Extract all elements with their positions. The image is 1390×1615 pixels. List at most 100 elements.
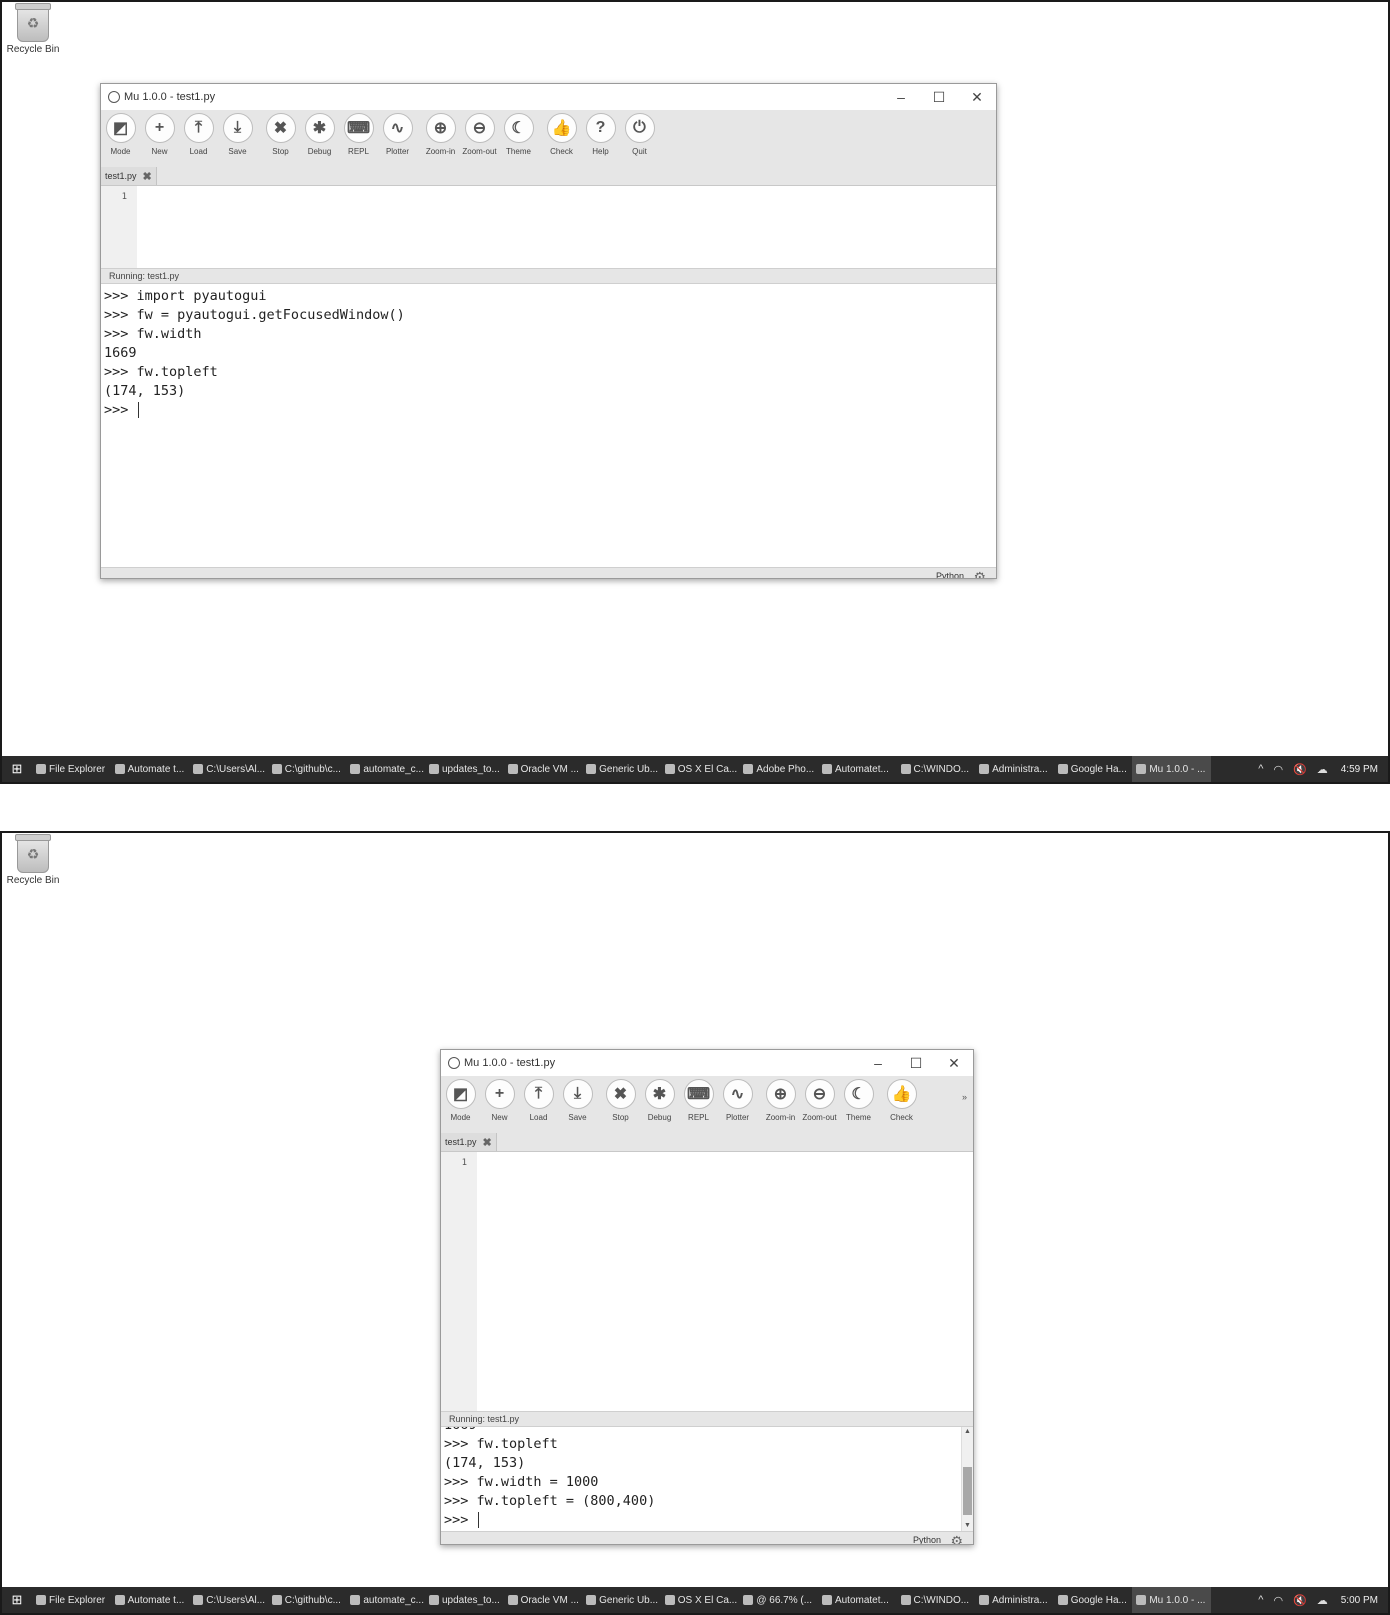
- taskbar-item[interactable]: C:\Users\Al...: [189, 756, 268, 782]
- taskbar-item[interactable]: Google Ha...: [1054, 1587, 1133, 1613]
- taskbar-item[interactable]: automate_c...: [346, 756, 425, 782]
- taskbar-item[interactable]: updates_to...: [425, 1587, 504, 1613]
- toolbar-theme-button[interactable]: ☾ Theme: [839, 1079, 878, 1122]
- taskbar-item[interactable]: File Explorer: [32, 756, 111, 782]
- wifi-icon[interactable]: ◠: [1273, 763, 1283, 776]
- taskbar-item[interactable]: Generic Ub...: [582, 1587, 661, 1613]
- taskbar-item-label: @ 66.7% (...: [756, 1594, 813, 1606]
- taskbar-item[interactable]: Automatet...: [818, 756, 897, 782]
- taskbar-item[interactable]: Automate t...: [111, 756, 190, 782]
- toolbar-zoom-out-button[interactable]: ⊖ Zoom-out: [800, 1079, 839, 1122]
- toolbar-debug-button[interactable]: ✱ Debug: [640, 1079, 679, 1122]
- taskbar-item[interactable]: C:\Users\Al...: [189, 1587, 268, 1613]
- toolbar-repl-button[interactable]: ⌨ REPL: [339, 113, 378, 156]
- taskbar-item[interactable]: Oracle VM ...: [504, 1587, 583, 1613]
- close-window-button[interactable]: ✕: [935, 1050, 973, 1076]
- maximize-button[interactable]: ☐: [897, 1050, 935, 1076]
- toolbar-plotter-button[interactable]: ∿ Plotter: [718, 1079, 757, 1122]
- toolbar-quit-button[interactable]: ⏻ Quit: [620, 113, 659, 156]
- toolbar-overflow-icon[interactable]: »: [962, 1092, 967, 1102]
- toolbar-load-button[interactable]: ⤒ Load: [179, 113, 218, 156]
- toolbar-debug-button[interactable]: ✱ Debug: [300, 113, 339, 156]
- taskbar-clock[interactable]: 4:59 PM: [1341, 764, 1378, 775]
- toolbar-stop-button[interactable]: ✖ Stop: [601, 1079, 640, 1122]
- taskbar-item[interactable]: Mu 1.0.0 - ...: [1132, 1587, 1211, 1613]
- toolbar-new-button[interactable]: + New: [480, 1079, 519, 1122]
- speaker-muted-icon[interactable]: 🔇: [1293, 763, 1307, 776]
- close-tab-icon[interactable]: ✖: [483, 1136, 492, 1149]
- taskbar-item[interactable]: updates_to...: [425, 756, 504, 782]
- speaker-muted-icon[interactable]: 🔇: [1293, 1594, 1307, 1607]
- taskbar-item[interactable]: Oracle VM ...: [504, 756, 583, 782]
- toolbar-save-button[interactable]: ⤓ Save: [218, 113, 257, 156]
- taskbar-item[interactable]: Google Ha...: [1054, 756, 1133, 782]
- code-editor[interactable]: 1: [441, 1152, 973, 1411]
- repl-pane[interactable]: >>> import pyautogui >>> fw = pyautogui.g…: [101, 284, 996, 567]
- taskbar-item[interactable]: Mu 1.0.0 - ...: [1132, 756, 1211, 782]
- app-icon: [350, 1595, 361, 1605]
- wifi-icon[interactable]: ◠: [1273, 1594, 1283, 1607]
- taskbar-clock[interactable]: 5:00 PM: [1341, 1595, 1378, 1606]
- taskbar-item[interactable]: C:\github\c...: [268, 1587, 347, 1613]
- taskbar-item-label: C:\Users\Al...: [206, 763, 266, 775]
- toolbar-save-button[interactable]: ⤓ Save: [558, 1079, 597, 1122]
- close-window-button[interactable]: ✕: [958, 84, 996, 110]
- toolbar-check-button[interactable]: 👍 Check: [542, 113, 581, 156]
- window-titlebar[interactable]: Mu 1.0.0 - test1.py – ☐ ✕: [101, 84, 996, 110]
- scrollbar-thumb[interactable]: [963, 1467, 972, 1515]
- toolbar-stop-button[interactable]: ✖ Stop: [261, 113, 300, 156]
- maximize-button[interactable]: ☐: [920, 84, 958, 110]
- code-editor[interactable]: 1: [101, 186, 996, 268]
- repl-prompt-line[interactable]: >>>: [441, 1511, 973, 1530]
- taskbar-item[interactable]: Administra...: [975, 756, 1054, 782]
- repl-scrollbar[interactable]: ▲ ▼: [961, 1427, 973, 1531]
- repl-prompt-line[interactable]: >>>: [101, 401, 996, 420]
- taskbar-item[interactable]: Automate t...: [111, 1587, 190, 1613]
- taskbar-item[interactable]: @ 66.7% (...: [739, 1587, 818, 1613]
- taskbar-item[interactable]: C:\WINDO...: [897, 756, 976, 782]
- toolbar-repl-button[interactable]: ⌨ REPL: [679, 1079, 718, 1122]
- close-tab-icon[interactable]: ✖: [143, 170, 152, 183]
- toolbar-help-button[interactable]: ? Help: [581, 113, 620, 156]
- minimize-button[interactable]: –: [859, 1050, 897, 1076]
- tab-test1-py[interactable]: test1.py ✖: [441, 1133, 497, 1151]
- taskbar-item[interactable]: C:\github\c...: [268, 756, 347, 782]
- taskbar-item[interactable]: Automatet...: [818, 1587, 897, 1613]
- toolbar-zoom-in-button[interactable]: ⊕ Zoom-in: [761, 1079, 800, 1122]
- minimize-button[interactable]: –: [882, 84, 920, 110]
- taskbar-item[interactable]: Generic Ub...: [582, 756, 661, 782]
- toolbar-load-button[interactable]: ⤒ Load: [519, 1079, 558, 1122]
- toolbar-zoom-in-button[interactable]: ⊕ Zoom-in: [421, 113, 460, 156]
- repl-pane[interactable]: 1669>>> fw.topleft (174, 153) >>> fw.width…: [441, 1427, 973, 1531]
- cloud-icon[interactable]: ☁: [1317, 763, 1328, 776]
- taskbar-item[interactable]: automate_c...: [346, 1587, 425, 1613]
- toolbar-check-button[interactable]: 👍 Check: [882, 1079, 921, 1122]
- toolbar-zoom-out-button[interactable]: ⊖ Zoom-out: [460, 113, 499, 156]
- keyboard-icon: ⌨: [683, 1079, 714, 1109]
- window-titlebar[interactable]: Mu 1.0.0 - test1.py – ☐ ✕: [441, 1050, 973, 1076]
- taskbar-item[interactable]: OS X El Ca...: [661, 1587, 740, 1613]
- toolbar-mode-button[interactable]: ◩ Mode: [101, 113, 140, 156]
- taskbar-item[interactable]: Administra...: [975, 1587, 1054, 1613]
- windows-start-icon[interactable]: ⊞: [2, 1587, 32, 1613]
- toolbar-plotter-button[interactable]: ∿ Plotter: [378, 113, 417, 156]
- scroll-down-icon[interactable]: ▼: [962, 1521, 973, 1531]
- taskbar-item[interactable]: OS X El Ca...: [661, 756, 740, 782]
- tab-test1-py[interactable]: test1.py ✖: [101, 167, 157, 185]
- toolbar-mode-button[interactable]: ◩ Mode: [441, 1079, 480, 1122]
- toolbar-theme-button[interactable]: ☾ Theme: [499, 113, 538, 156]
- app-icon: [821, 764, 832, 774]
- gear-icon[interactable]: ⚙: [973, 569, 986, 578]
- chevron-up-icon[interactable]: ^: [1258, 1594, 1263, 1606]
- taskbar-item[interactable]: File Explorer: [32, 1587, 111, 1613]
- cloud-icon[interactable]: ☁: [1317, 1594, 1328, 1607]
- chevron-up-icon[interactable]: ^: [1258, 763, 1263, 775]
- recycle-bin-shortcut[interactable]: Recycle Bin: [6, 834, 60, 886]
- taskbar-item[interactable]: C:\WINDO...: [897, 1587, 976, 1613]
- scroll-up-icon[interactable]: ▲: [962, 1427, 973, 1437]
- toolbar-new-button[interactable]: + New: [140, 113, 179, 156]
- windows-start-icon[interactable]: ⊞: [2, 756, 32, 782]
- taskbar-item[interactable]: Adobe Pho...: [739, 756, 818, 782]
- recycle-bin-shortcut[interactable]: Recycle Bin: [6, 3, 60, 55]
- gear-icon[interactable]: ⚙: [950, 1533, 963, 1544]
